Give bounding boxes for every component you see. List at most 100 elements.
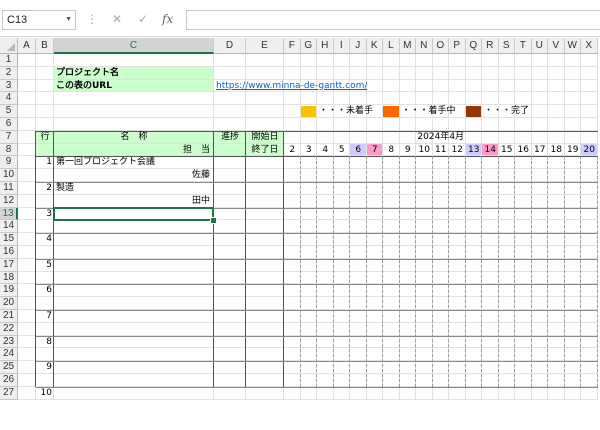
function-icon[interactable]: fx xyxy=(162,12,173,26)
column-header-c[interactable]: C xyxy=(54,38,214,54)
row-header-12[interactable]: 12 xyxy=(0,194,18,208)
day-5: 5 xyxy=(338,144,345,155)
task-owner-7[interactable] xyxy=(54,323,210,336)
day-9: 9 xyxy=(404,144,411,155)
row-header-2[interactable]: 2 xyxy=(0,66,18,80)
day-15: 15 xyxy=(501,144,513,155)
more-icon[interactable]: ⋮ xyxy=(86,12,98,26)
row-header-8[interactable]: 8 xyxy=(0,143,18,157)
column-header-x[interactable]: X xyxy=(581,38,598,54)
column-header-k[interactable]: K xyxy=(366,38,383,54)
column-header-s[interactable]: S xyxy=(498,38,515,54)
task-owner-8[interactable] xyxy=(54,348,210,361)
row-header-9[interactable]: 9 xyxy=(0,156,18,170)
row-header-22[interactable]: 22 xyxy=(0,322,18,336)
day-13: 13 xyxy=(468,144,480,155)
row-header-14[interactable]: 14 xyxy=(0,220,18,234)
selected-cell-outline[interactable] xyxy=(53,206,214,222)
chevron-down-icon[interactable]: ▼ xyxy=(65,11,72,29)
row-header-10[interactable]: 10 xyxy=(0,169,18,182)
task-name-10[interactable] xyxy=(56,387,212,400)
header-progress: 進捗 xyxy=(220,131,239,142)
column-header-n[interactable]: N xyxy=(416,38,433,54)
column-header-b[interactable]: B xyxy=(36,38,54,54)
legend-swatch-2 xyxy=(383,106,399,117)
row-header-20[interactable]: 20 xyxy=(0,297,18,310)
formula-input[interactable] xyxy=(186,10,600,30)
day-dash xyxy=(464,156,466,387)
day-3: 3 xyxy=(305,144,312,155)
name-box[interactable]: C13 ▼ xyxy=(2,10,76,30)
row-header-26[interactable]: 26 xyxy=(0,374,18,387)
day-dash xyxy=(382,156,383,387)
column-header-i[interactable]: I xyxy=(333,38,350,54)
column-header-r[interactable]: R xyxy=(482,38,499,54)
task-name-7[interactable] xyxy=(56,310,212,323)
task-name-6[interactable] xyxy=(56,284,212,297)
task-name-8[interactable] xyxy=(56,336,212,349)
column-header-o[interactable]: O xyxy=(432,38,449,54)
task-name-9[interactable] xyxy=(56,361,212,374)
day-4: 4 xyxy=(322,144,329,155)
row-header-4[interactable]: 4 xyxy=(0,92,18,106)
day-dash xyxy=(365,156,367,387)
select-all-corner[interactable] xyxy=(0,38,18,54)
column-header-d[interactable]: D xyxy=(214,38,246,54)
column-header-a[interactable]: A xyxy=(18,38,36,54)
task-no-5: 5 xyxy=(46,259,52,270)
column-header-u[interactable]: U xyxy=(531,38,548,54)
row-header-19[interactable]: 19 xyxy=(0,284,18,298)
task-owner-6[interactable] xyxy=(54,297,210,310)
row-header-13[interactable]: 13 xyxy=(0,207,18,221)
column-header-g[interactable]: G xyxy=(300,38,317,54)
row-header-25[interactable]: 25 xyxy=(0,361,18,374)
row-header-7[interactable]: 7 xyxy=(0,130,18,144)
fill-handle[interactable] xyxy=(210,217,217,225)
row-header-27[interactable]: 27 xyxy=(0,386,18,400)
row-header-3[interactable]: 3 xyxy=(0,79,18,93)
row-header-5[interactable]: 5 xyxy=(0,105,18,118)
cancel-icon[interactable]: ✕ xyxy=(112,12,122,26)
row-header-24[interactable]: 24 xyxy=(0,348,18,362)
legend-swatch-3 xyxy=(465,106,481,117)
row-header-23[interactable]: 23 xyxy=(0,335,18,349)
task-owner-1[interactable]: 佐藤 xyxy=(54,169,210,182)
task-owner-5[interactable] xyxy=(54,272,210,285)
task-owner-4[interactable] xyxy=(54,246,210,259)
column-header-h[interactable]: H xyxy=(317,38,334,54)
column-header-j[interactable]: J xyxy=(350,38,367,54)
day-12: 12 xyxy=(451,144,463,155)
row-header-17[interactable]: 17 xyxy=(0,258,18,272)
row-header-1[interactable]: 1 xyxy=(0,54,18,67)
enter-icon[interactable]: ✓ xyxy=(138,12,148,26)
day-10: 10 xyxy=(418,144,430,155)
day-dash xyxy=(316,156,317,387)
column-header-q[interactable]: Q xyxy=(465,38,482,54)
column-header-m[interactable]: M xyxy=(399,38,416,54)
row-header-15[interactable]: 15 xyxy=(0,233,18,246)
day-dash xyxy=(547,156,548,387)
row-header-6[interactable]: 6 xyxy=(0,118,18,131)
row-header-11[interactable]: 11 xyxy=(0,182,18,195)
row-header-21[interactable]: 21 xyxy=(0,310,18,323)
header-month: 2024年4月 xyxy=(417,131,465,142)
column-header-l[interactable]: L xyxy=(383,38,400,54)
column-header-p[interactable]: P xyxy=(449,38,466,54)
url-link[interactable]: https://www.minna-de-gantt.com/ xyxy=(216,80,367,93)
day-18: 18 xyxy=(550,144,562,155)
task-owner-3[interactable] xyxy=(54,220,210,233)
task-owner-10[interactable] xyxy=(54,400,210,413)
column-header-v[interactable]: V xyxy=(548,38,565,54)
column-header-w[interactable]: W xyxy=(564,38,581,54)
column-header-t[interactable]: T xyxy=(515,38,532,54)
column-header-f[interactable]: F xyxy=(284,38,301,54)
task-name-1[interactable]: 第一回プロジェクト会議 xyxy=(56,156,212,169)
row-header-16[interactable]: 16 xyxy=(0,246,18,259)
task-no-8: 8 xyxy=(46,336,52,347)
row-header-18[interactable]: 18 xyxy=(0,271,18,285)
task-name-5[interactable] xyxy=(56,259,212,272)
task-owner-9[interactable] xyxy=(54,374,210,387)
task-name-2[interactable]: 製造 xyxy=(56,182,212,195)
task-name-4[interactable] xyxy=(56,233,212,246)
column-header-e[interactable]: E xyxy=(246,38,284,54)
